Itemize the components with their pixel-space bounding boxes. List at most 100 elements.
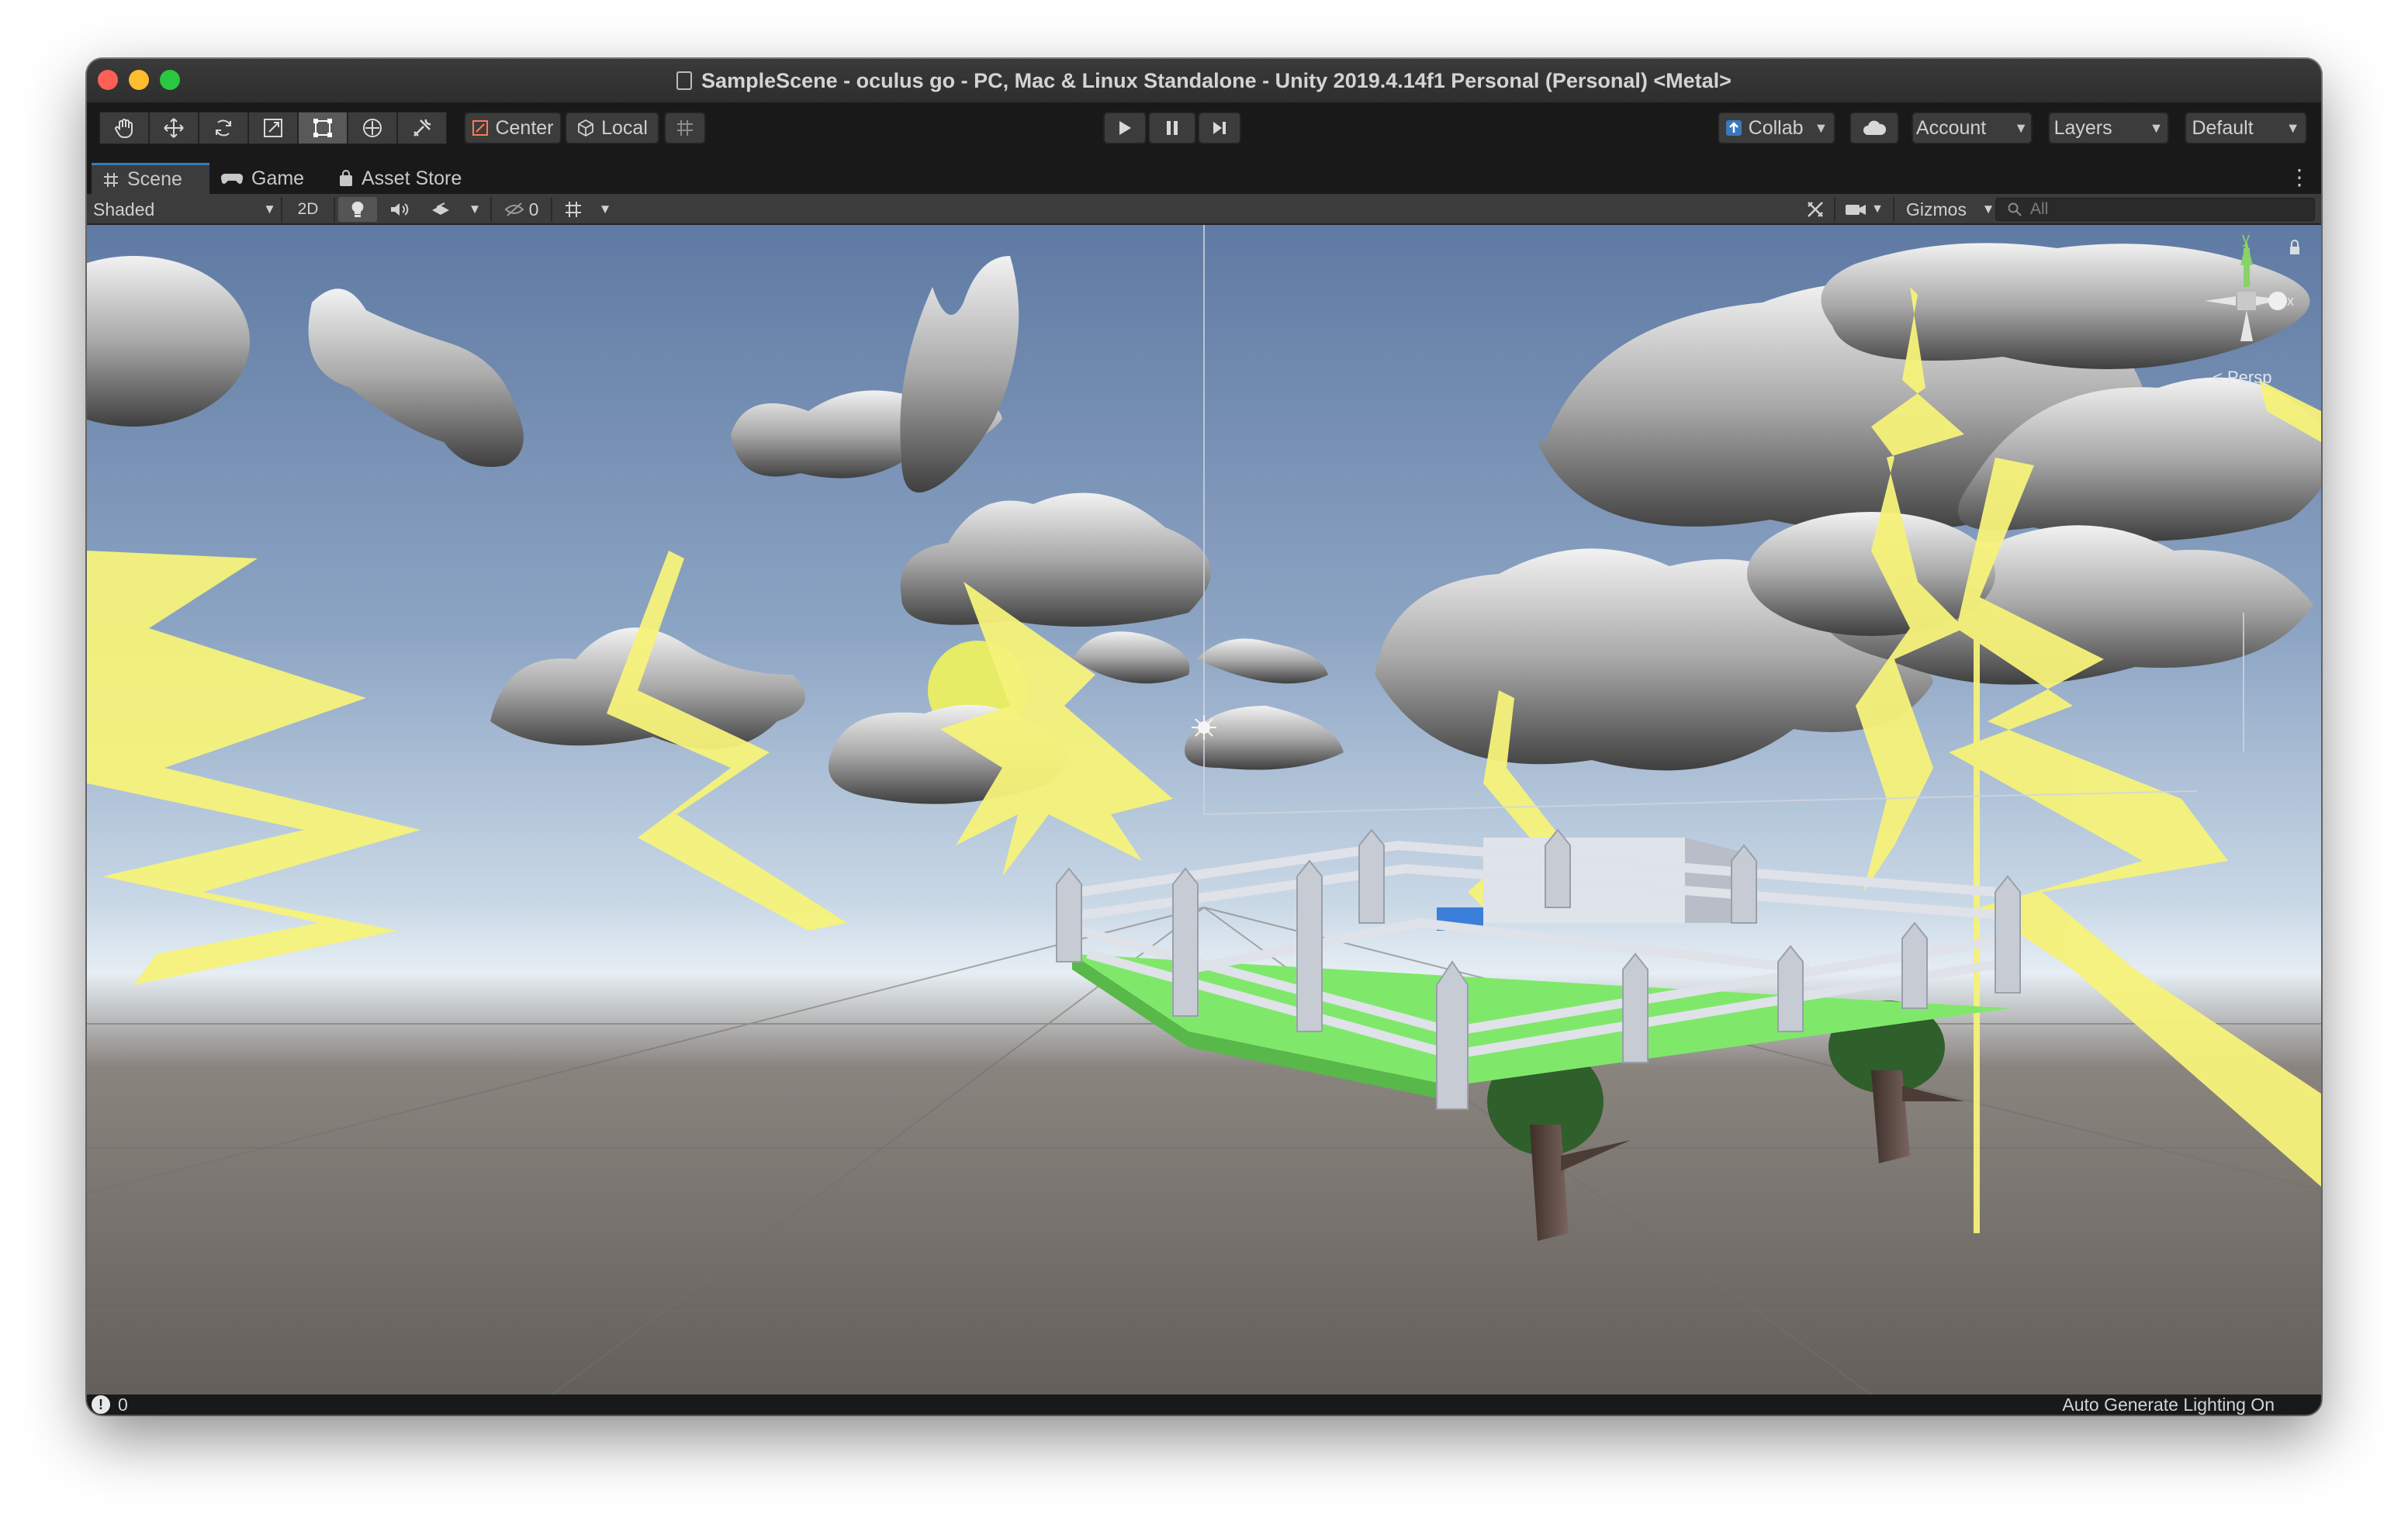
chevron-down-icon: ▼ <box>1981 202 1995 216</box>
tab-scene[interactable]: Scene <box>92 163 209 194</box>
layers-label: Layers <box>2053 116 2112 139</box>
account-dropdown[interactable]: Account ▼ <box>1912 112 2033 144</box>
toggle-2d-button[interactable]: 2D <box>284 197 332 222</box>
tools-overlay-button[interactable] <box>1798 197 1832 222</box>
projection-label: < Persp <box>2213 368 2271 387</box>
hash-grid-icon <box>104 172 118 187</box>
local-cube-icon <box>578 119 594 137</box>
grid-icon <box>566 202 581 217</box>
main-toolbar: Center Local Collab ▼ Account ▼ Layers ▼… <box>87 102 2321 163</box>
gamepad-icon <box>220 173 244 184</box>
draw-mode-label: Shaded <box>93 199 155 219</box>
grid-snapping-button[interactable] <box>664 112 706 144</box>
step-icon <box>1213 122 1226 134</box>
pause-button[interactable] <box>1148 112 1196 144</box>
tab-game-label: Game <box>251 167 305 189</box>
hand-icon <box>115 119 133 139</box>
eye-slash-icon <box>504 202 524 216</box>
collab-label: Collab <box>1748 116 1804 139</box>
scene-render: y x < Persp <box>87 225 2321 1394</box>
move-tool-button[interactable] <box>149 112 199 144</box>
tab-asset-store[interactable]: Asset Store <box>327 163 483 194</box>
scene-effects-toggle[interactable] <box>420 197 461 222</box>
step-button[interactable] <box>1198 112 1241 144</box>
pivot-center-icon <box>472 120 489 136</box>
cloud-icon <box>1863 120 1887 135</box>
unity-document-icon <box>676 71 693 90</box>
status-bar: ! 0 Auto Generate Lighting On <box>87 1394 2321 1415</box>
effects-layers-icon <box>432 202 449 215</box>
lighting-status[interactable]: Auto Generate Lighting On <box>2062 1394 2275 1415</box>
chevron-down-icon: ▼ <box>468 202 482 216</box>
camera-settings-dropdown[interactable]: ▼ <box>1837 197 1891 222</box>
hidden-objects-toggle[interactable]: 0 <box>493 197 549 222</box>
scale-icon <box>264 119 282 137</box>
tools-cross-icon <box>1808 202 1823 217</box>
search-icon <box>2008 202 2022 216</box>
draw-mode-dropdown[interactable]: Shaded ▼ <box>93 197 276 222</box>
chevron-down-icon: ▼ <box>263 202 276 216</box>
rect-transform-icon <box>313 119 332 137</box>
layout-label: Default <box>2192 116 2254 139</box>
scene-search-input[interactable]: All <box>1995 198 2315 221</box>
move-arrows-icon <box>164 118 184 138</box>
window-title: SampleScene - oculus go - PC, Mac & Linu… <box>701 68 1732 92</box>
collab-dropdown[interactable]: Collab ▼ <box>1718 112 1835 144</box>
transform-tool-button[interactable] <box>348 112 397 144</box>
custom-tool-button[interactable] <box>397 112 447 144</box>
tab-scene-label: Scene <box>127 168 182 190</box>
play-button[interactable] <box>1103 112 1147 144</box>
wrench-icon <box>413 119 431 137</box>
scale-tool-button[interactable] <box>248 112 298 144</box>
chevron-down-icon: ▼ <box>598 202 612 216</box>
console-message-icon[interactable]: ! <box>92 1395 110 1414</box>
tab-asset-store-label: Asset Store <box>362 167 462 189</box>
pivot-rotation-button[interactable]: Local <box>565 112 659 144</box>
scene-audio-toggle[interactable] <box>380 197 419 222</box>
title-bar: SampleScene - oculus go - PC, Mac & Linu… <box>87 59 2321 102</box>
layers-dropdown[interactable]: Layers ▼ <box>2048 112 2169 144</box>
pivot-rotation-label: Local <box>601 116 648 139</box>
effects-dropdown[interactable]: ▼ <box>462 197 487 222</box>
gizmo-axis-y: y <box>2242 230 2250 247</box>
chevron-down-icon: ▼ <box>1871 202 1884 216</box>
search-placeholder: All <box>2030 200 2049 218</box>
layout-dropdown[interactable]: Default ▼ <box>2185 112 2307 144</box>
transform-tools <box>99 112 447 144</box>
rect-tool-button[interactable] <box>298 112 348 144</box>
scene-viewport[interactable]: y x < Persp <box>87 225 2321 1394</box>
hand-tool-button[interactable] <box>99 112 149 144</box>
view-tab-bar: Scene Game Asset Store ⋮ <box>87 163 2321 194</box>
gizmo-axis-x: x <box>2287 293 2294 309</box>
account-label: Account <box>1915 116 1987 139</box>
scene-view-toolbar: Shaded ▼ 2D ▼ 0 ▼ ▼ Gizmos ▼ All <box>87 194 2321 225</box>
collab-upload-icon <box>1725 120 1742 136</box>
pivot-mode-button[interactable]: Center <box>464 112 562 144</box>
grid-dropdown[interactable]: ▼ <box>593 197 618 222</box>
tab-game[interactable]: Game <box>209 163 327 194</box>
chevron-down-icon: ▼ <box>1814 119 1828 136</box>
gizmos-button[interactable]: Gizmos <box>1896 197 1977 222</box>
unity-editor-window: SampleScene - oculus go - PC, Mac & Linu… <box>87 59 2321 1415</box>
rotate-icon <box>216 119 231 137</box>
scene-lighting-toggle[interactable] <box>338 197 377 222</box>
console-count: 0 <box>118 1394 128 1415</box>
grid-visibility-toggle[interactable] <box>555 197 591 222</box>
more-options-icon[interactable]: ⋮ <box>2289 164 2310 190</box>
cloud-services-button[interactable] <box>1849 112 1899 144</box>
play-icon <box>1119 121 1131 135</box>
gizmos-label: Gizmos <box>1906 199 1967 219</box>
camera-icon <box>1846 205 1867 215</box>
rotate-tool-button[interactable] <box>199 112 248 144</box>
toggle-2d-label: 2D <box>297 200 319 218</box>
shopping-bag-icon <box>340 170 352 186</box>
chevron-down-icon: ▼ <box>2014 119 2029 136</box>
pivot-mode-label: Center <box>495 116 554 139</box>
pause-icon <box>1167 121 1178 135</box>
hidden-count: 0 <box>528 199 539 219</box>
lightbulb-icon <box>351 201 364 217</box>
chevron-down-icon: ▼ <box>2149 119 2164 136</box>
grid-snap-icon <box>677 120 693 136</box>
transform-gizmo-icon <box>363 119 382 137</box>
chevron-down-icon: ▼ <box>2285 119 2300 136</box>
